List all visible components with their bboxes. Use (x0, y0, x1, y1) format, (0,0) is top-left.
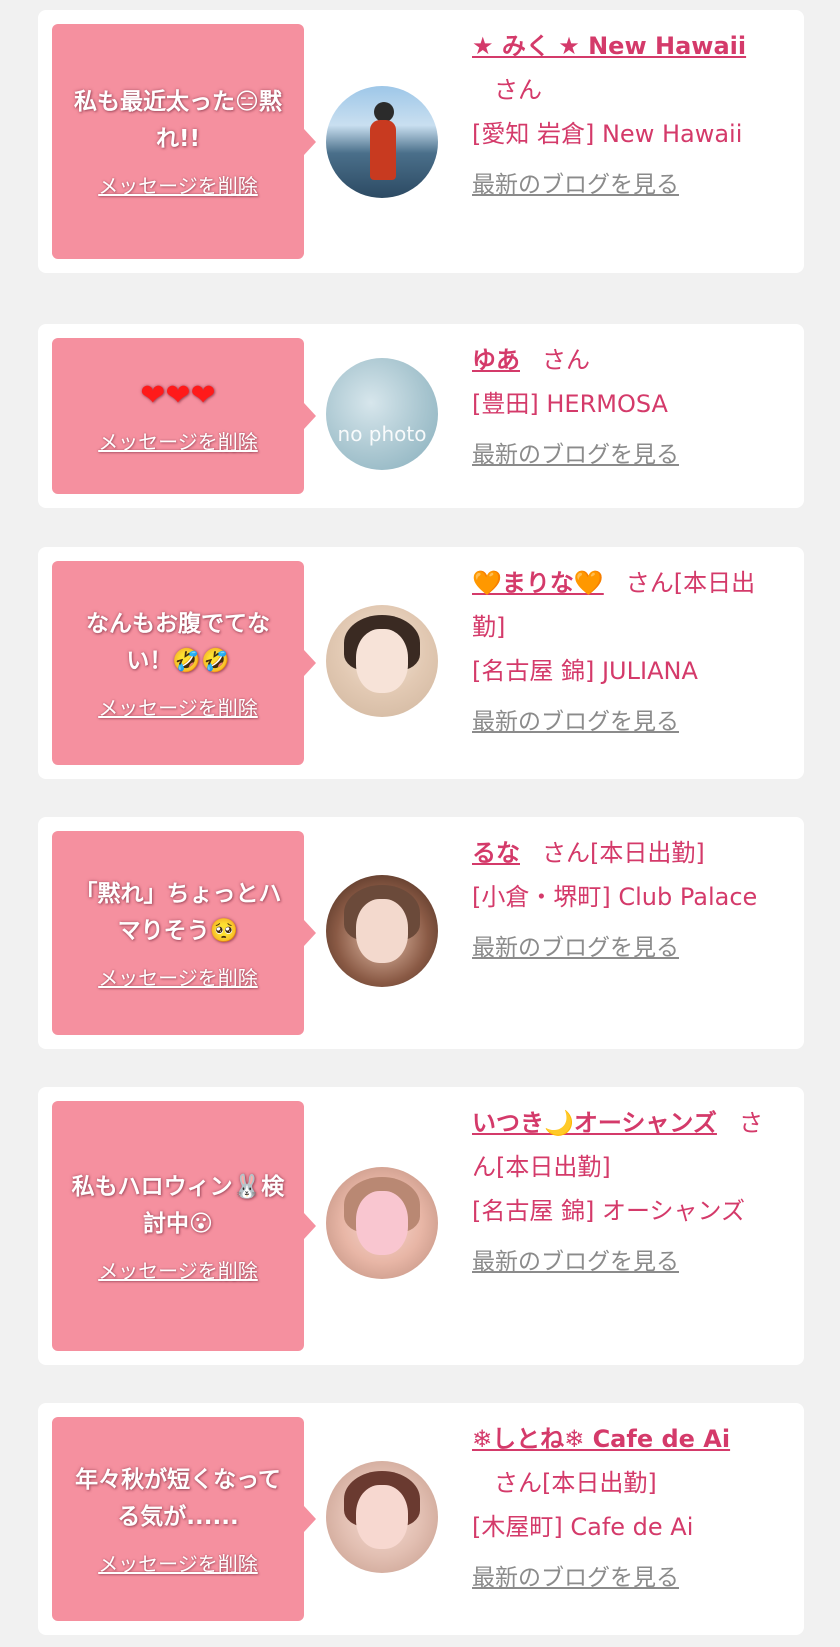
avatar-face (356, 899, 408, 963)
no-photo-label: no photo (337, 422, 427, 446)
message-text: 私も最近太った😑黙れ!! (74, 89, 282, 152)
message-card: 「黙れ」ちょっとハマりそう🥺 メッセージを削除 るな さん[本日出勤] [小倉・堺… (38, 817, 804, 1049)
honorific: さん (494, 76, 542, 104)
message-card: ❤❤❤ メッセージを削除 no photo ゆあ さん [豊田] HERMOSA … (38, 324, 804, 508)
avatar-face (356, 1191, 408, 1255)
avatar-figure-body (370, 120, 396, 180)
honorific: さん (625, 569, 674, 597)
sender-info: るな さん[本日出勤] [小倉・堺町] Club Palace 最新のブログを見る (472, 831, 772, 965)
message-bubble: 私も最近太った😑黙れ!! メッセージを削除 (52, 24, 316, 259)
message-card: 私もハロウィン🐰検討中😮 メッセージを削除 いつき🌙オーシャンズ さん[本日出勤]… (38, 1087, 804, 1365)
delete-message-link[interactable]: メッセージを削除 (98, 1255, 258, 1284)
delete-message-link[interactable]: メッセージを削除 (98, 1548, 258, 1577)
honorific: さん (494, 1469, 542, 1497)
message-text: 年々秋が短くなってる気が...... (75, 1466, 281, 1530)
sender-name-link[interactable]: ❄しとね❄ Cafe de Ai (472, 1425, 730, 1453)
sender-name-link[interactable]: るな (472, 839, 520, 867)
latest-blog-link[interactable]: 最新のブログを見る (472, 705, 772, 739)
status-badge: [本日出勤] (542, 1469, 657, 1497)
avatar[interactable] (326, 1167, 438, 1279)
latest-blog-link[interactable]: 最新のブログを見る (472, 1245, 772, 1279)
delete-message-link[interactable]: メッセージを削除 (98, 426, 258, 455)
sender-info: ❄しとね❄ Cafe de Ai さん[本日出勤] [木屋町] Cafe de A… (472, 1417, 772, 1595)
shop-label: [名古屋 錦] オーシャンズ (472, 1197, 746, 1225)
shop-label: [名古屋 錦] JULIANA (472, 657, 698, 685)
message-card: なんもお腹でてない！🤣🤣 メッセージを削除 🧡まりな🧡 さん[本日出勤] [名古屋… (38, 547, 804, 779)
avatar[interactable] (326, 875, 438, 987)
message-bubble: 「黙れ」ちょっとハマりそう🥺 メッセージを削除 (52, 831, 316, 1035)
message-bubble: なんもお腹でてない！🤣🤣 メッセージを削除 (52, 561, 316, 765)
delete-message-link[interactable]: メッセージを削除 (98, 962, 258, 991)
message-bubble: 私もハロウィン🐰検討中😮 メッセージを削除 (52, 1101, 316, 1351)
sender-info: いつき🌙オーシャンズ さん[本日出勤] [名古屋 錦] オーシャンズ 最新のブログ… (472, 1101, 772, 1279)
delete-message-link[interactable]: メッセージを削除 (98, 692, 258, 721)
shop-label: [木屋町] Cafe de Ai (472, 1513, 694, 1541)
delete-message-link[interactable]: メッセージを削除 (98, 170, 258, 199)
message-bubble: ❤❤❤ メッセージを削除 (52, 338, 316, 494)
message-bubble: 年々秋が短くなってる気が...... メッセージを削除 (52, 1417, 316, 1621)
sender-name-link[interactable]: ★ みく ★ New Hawaii (472, 32, 746, 60)
sender-info: ゆあ さん [豊田] HERMOSA 最新のブログを見る (472, 338, 772, 472)
avatar[interactable] (326, 86, 438, 198)
shop-label: [小倉・堺町] Club Palace (472, 883, 758, 911)
sender-name-link[interactable]: ゆあ (472, 346, 520, 374)
avatar-figure-head (374, 102, 394, 122)
latest-blog-link[interactable]: 最新のブログを見る (472, 438, 772, 472)
sender-name-link[interactable]: いつき🌙オーシャンズ (472, 1109, 717, 1137)
sender-name-link[interactable]: 🧡まりな🧡 (472, 569, 604, 597)
sender-info: 🧡まりな🧡 さん[本日出勤] [名古屋 錦] JULIANA 最新のブログを見る (472, 561, 772, 739)
status-badge: [本日出勤] (496, 1153, 611, 1181)
message-card: 私も最近太った😑黙れ!! メッセージを削除 ★ みく ★ New Hawaii さ… (38, 10, 804, 273)
message-text: なんもお腹でてない！🤣🤣 (86, 610, 270, 674)
shop-label: [愛知 岩倉] New Hawaii (472, 120, 743, 148)
avatar[interactable] (326, 1461, 438, 1573)
latest-blog-link[interactable]: 最新のブログを見る (472, 168, 772, 202)
message-text: 私もハロウィン🐰検討中😮 (71, 1173, 285, 1237)
avatar-face (356, 629, 408, 693)
avatar[interactable] (326, 605, 438, 717)
avatar-face (356, 1485, 408, 1549)
latest-blog-link[interactable]: 最新のブログを見る (472, 1561, 772, 1595)
avatar[interactable]: no photo (326, 358, 438, 470)
honorific: さん (542, 839, 590, 867)
honorific: さん (542, 346, 590, 374)
message-card: 年々秋が短くなってる気が...... メッセージを削除 ❄しとね❄ Cafe d… (38, 1403, 804, 1635)
message-text: ❤❤❤ (140, 378, 216, 413)
status-badge: [本日出勤] (590, 839, 705, 867)
message-text: 「黙れ」ちょっとハマりそう🥺 (74, 880, 282, 944)
latest-blog-link[interactable]: 最新のブログを見る (472, 931, 772, 965)
shop-label: [豊田] HERMOSA (472, 390, 668, 418)
sender-info: ★ みく ★ New Hawaii さん [愛知 岩倉] New Hawaii 最… (472, 24, 772, 202)
